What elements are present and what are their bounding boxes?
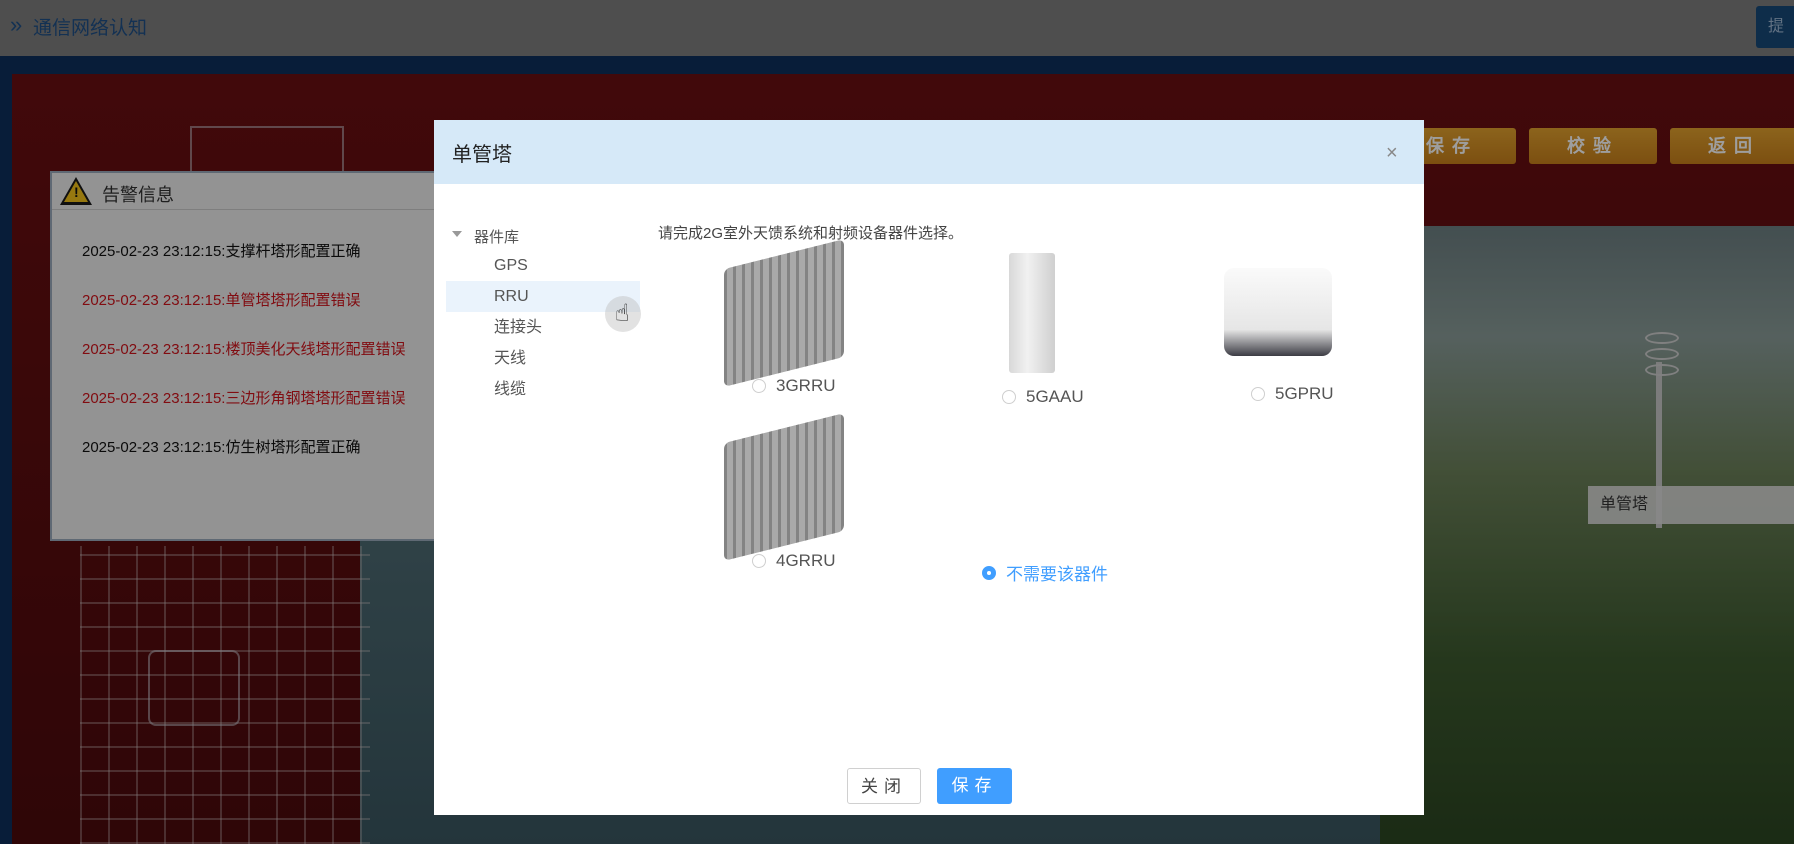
close-button[interactable]: 关闭 — [847, 768, 921, 804]
dialog-header: 单管塔 × — [434, 120, 1424, 184]
component-dialog: 单管塔 × 器件库 GPS RRU 连接头 天线 线缆 请完成2G室外天馈系统和… — [434, 120, 1424, 815]
rru-device-image[interactable] — [724, 413, 844, 561]
tree-root[interactable]: 器件库 — [446, 222, 640, 250]
option-5gpru[interactable]: 5GPRU — [1251, 384, 1334, 404]
option-3grru[interactable]: 3GRRU — [752, 376, 836, 396]
pru-device-image[interactable] — [1224, 268, 1332, 356]
radio-button[interactable] — [1002, 390, 1016, 404]
radio-button[interactable] — [752, 379, 766, 393]
radio-button[interactable] — [752, 554, 766, 568]
tree-item-antenna[interactable]: 天线 — [446, 343, 640, 374]
radio-button-checked[interactable] — [982, 565, 996, 580]
radio-button[interactable] — [1251, 387, 1265, 401]
option-none[interactable]: 不需要该器件 — [982, 560, 1108, 585]
close-icon[interactable]: × — [1386, 142, 1398, 165]
caret-down-icon — [452, 231, 462, 237]
dialog-title: 单管塔 — [452, 144, 512, 166]
rru-device-image[interactable] — [724, 239, 844, 387]
option-5gaau[interactable]: 5GAAU — [1002, 387, 1084, 407]
tree-item-gps[interactable]: GPS — [446, 250, 640, 281]
option-4grru[interactable]: 4GRRU — [752, 551, 836, 571]
instruction-text: 请完成2G室外天馈系统和射频设备器件选择。 — [658, 225, 964, 242]
hand-cursor-icon: ☝ — [605, 296, 641, 332]
save-button[interactable]: 保存 — [937, 768, 1012, 804]
aau-device-image[interactable] — [1009, 253, 1055, 373]
tree-item-cable[interactable]: 线缆 — [446, 374, 640, 405]
